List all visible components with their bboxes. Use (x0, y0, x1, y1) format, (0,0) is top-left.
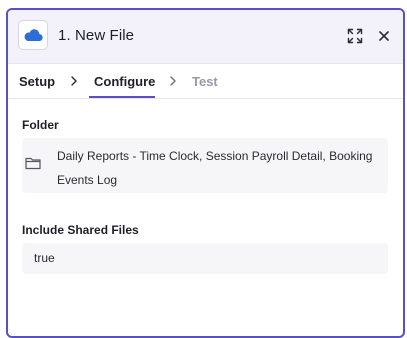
folder-field-label: Folder (22, 118, 59, 132)
app-icon-box (18, 20, 48, 50)
tab-setup[interactable]: Setup (19, 74, 55, 89)
step-tabs: Setup Configure Test (8, 64, 403, 99)
folder-value: Daily Reports - Time Clock, Session Payr… (57, 149, 373, 187)
active-tab-indicator (89, 96, 155, 98)
tab-test[interactable]: Test (192, 74, 218, 89)
close-icon (379, 31, 389, 41)
close-button[interactable] (374, 26, 394, 46)
chevron-right-icon (71, 76, 77, 86)
expand-button[interactable] (345, 26, 365, 46)
chevron-right-icon (170, 76, 176, 86)
include-shared-files-value: true (34, 251, 55, 265)
step-title: 1. New File (58, 27, 135, 44)
include-shared-files-label: Include Shared Files (22, 223, 139, 237)
tab-configure[interactable]: Configure (94, 74, 155, 89)
panel-header: 1. New File (8, 10, 403, 64)
cloud-icon (24, 29, 43, 42)
folder-field[interactable]: Daily Reports - Time Clock, Session Payr… (22, 138, 388, 193)
step-panel: 1. New File Setup Configure Test Folder … (6, 8, 405, 338)
folder-icon (25, 157, 41, 170)
include-shared-files-field[interactable]: true (22, 243, 388, 274)
expand-icon (347, 28, 363, 44)
